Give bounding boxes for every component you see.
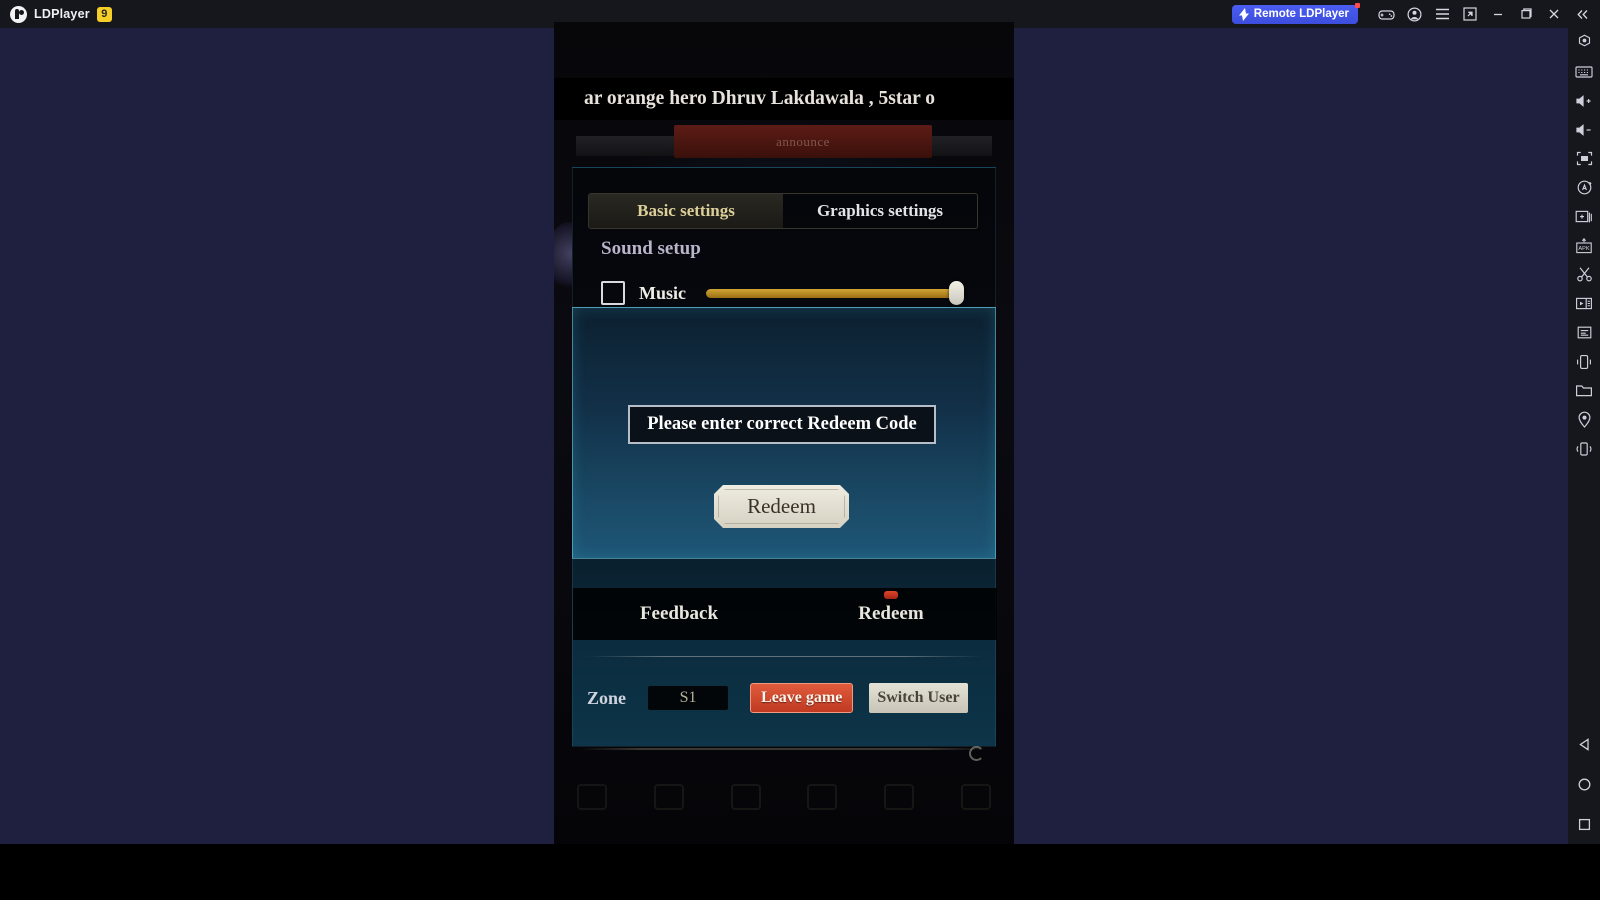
slider-track [706,289,958,298]
announcement-marquee: ar orange hero Dhruv Lakdawala , 5star o [554,78,1014,120]
video-record-icon[interactable] [1568,289,1600,318]
switch-user-button[interactable]: Switch User [869,683,968,713]
lightning-icon [1238,7,1249,21]
footer-divider [580,748,988,750]
app-brand: LDPlayer 9 [0,5,112,23]
game-nav-icon [577,784,608,810]
menu-divider [587,656,982,657]
menu-item-feedback[interactable]: Feedback [573,603,785,625]
ribbon-label: announce [776,133,830,149]
location-icon[interactable] [1568,405,1600,434]
scissors-icon[interactable] [1568,260,1600,289]
sound-setup-heading: Sound setup [601,238,701,259]
file-manager-icon[interactable] [1568,376,1600,405]
game-nav-icon [730,784,761,810]
remote-ldplayer-button[interactable]: Remote LDPlayer [1231,2,1360,24]
gamepad-icon[interactable] [1372,0,1400,28]
apk-install-icon[interactable]: APK [1568,231,1600,260]
refresh-icon[interactable] [969,746,984,761]
volume-down-icon[interactable] [1568,115,1600,144]
minimize-icon[interactable] [1484,0,1512,28]
game-bottom-bar [554,776,1014,818]
game-nav-icon [960,784,991,810]
zone-label: Zone [587,687,627,708]
slider-knob[interactable] [949,281,964,305]
redeem-submit-label: Redeem [747,494,816,518]
settings-icon[interactable] [1568,28,1600,57]
redeem-submit-button[interactable]: Redeem [714,485,849,528]
operation-record-icon[interactable] [1568,318,1600,347]
game-nav-icon [883,784,914,810]
auto-rotate-icon[interactable] [1568,173,1600,202]
volume-up-icon[interactable] [1568,86,1600,115]
announcement-text: ar orange hero Dhruv Lakdawala , 5star o [584,88,936,109]
music-setting-row: Music [601,278,976,308]
tab-basic-settings[interactable]: Basic settings [589,194,783,228]
menu-item-redeem[interactable]: Redeem [785,591,997,625]
music-checkbox[interactable] [601,281,625,305]
game-nav-icon [807,784,838,810]
remote-ldplayer-label: Remote LDPlayer [1253,8,1349,20]
recents-icon[interactable] [1568,804,1600,844]
emulator-screen[interactable]: ar orange hero Dhruv Lakdawala , 5star o… [554,22,1014,844]
back-icon[interactable] [1568,724,1600,764]
announce-ribbon: announce [576,120,992,162]
redeem-modal: Please enter correct Redeem Code Redeem [572,307,996,559]
home-icon[interactable] [1568,764,1600,804]
menu-icon[interactable] [1428,0,1456,28]
account-controls-row: Zone S1 Leave game Switch User [587,676,985,720]
shake-icon[interactable] [1568,347,1600,376]
notification-dot [1355,2,1360,8]
collapse-icon[interactable] [1568,0,1596,28]
settings-menu-row: Feedback Redeem [573,588,997,640]
vibrate-icon[interactable] [1568,434,1600,463]
zone-value-field[interactable]: S1 [648,686,729,710]
menu-item-feedback-label: Feedback [639,603,719,624]
emulator-sidebar: APK [1568,28,1600,844]
menu-item-redeem-label: Redeem [858,603,924,624]
panel-footer [572,734,996,764]
multi-instance-icon[interactable] [1568,202,1600,231]
tab-basic-settings-label: Basic settings [637,201,735,220]
leave-game-button[interactable]: Leave game [750,683,854,713]
svg-text:APK: APK [1578,246,1589,252]
version-badge: 9 [96,6,112,22]
music-label: Music [639,282,686,303]
resize-icon[interactable] [1456,0,1484,28]
close-icon[interactable] [1540,0,1568,28]
music-volume-slider[interactable] [706,281,964,305]
redeem-badge-icon [884,591,898,599]
tab-graphics-settings-label: Graphics settings [816,201,944,220]
account-icon[interactable] [1400,0,1428,28]
redeem-code-input[interactable]: Please enter correct Redeem Code [628,405,936,444]
keyboard-mapping-icon[interactable] [1568,57,1600,86]
tab-graphics-settings[interactable]: Graphics settings [783,194,977,228]
maximize-icon[interactable] [1512,0,1540,28]
redeem-code-placeholder: Please enter correct Redeem Code [647,414,917,434]
ldplayer-logo-icon [10,5,27,23]
settings-tabs: Basic settings Graphics settings [588,193,978,229]
fullscreen-icon[interactable] [1568,144,1600,173]
game-nav-icon [653,784,684,810]
titlebar-controls: Remote LDPlayer [1231,0,1600,28]
app-title: LDPlayer [34,7,90,21]
letterbox-bottom [0,844,1600,900]
